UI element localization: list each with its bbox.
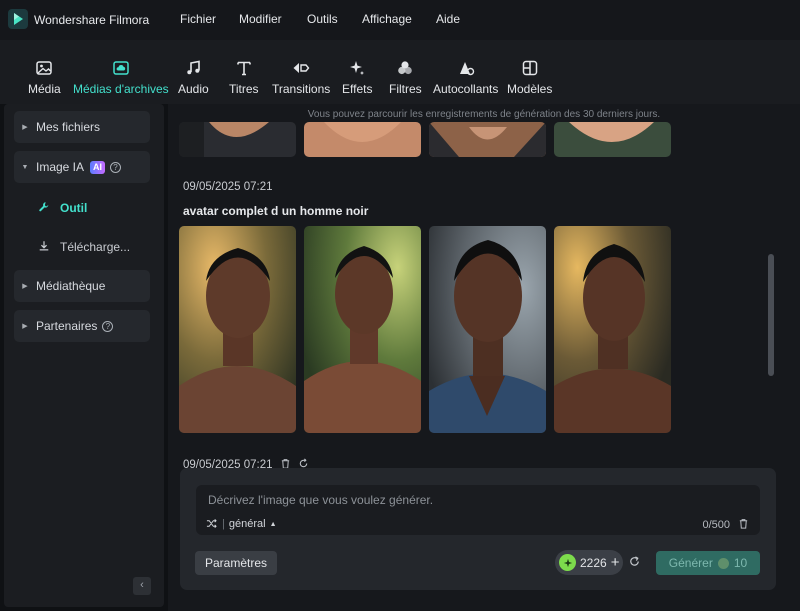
- caret-right-icon: ▶: [22, 323, 28, 330]
- sidebar-item-image-ia[interactable]: ▼ Image IA AI ?: [14, 151, 150, 183]
- settings-button[interactable]: Paramètres: [195, 551, 278, 575]
- menu-outils[interactable]: Outils: [307, 12, 338, 26]
- credit-coin-icon: [559, 554, 576, 571]
- filmora-logo-icon: [8, 9, 28, 29]
- tab-filtres[interactable]: Filtres: [389, 40, 422, 104]
- caret-up-icon: ▲: [269, 520, 277, 528]
- collapse-sidebar-button[interactable]: ‹: [133, 577, 151, 595]
- menu-fichier[interactable]: Fichier: [180, 12, 216, 26]
- caret-right-icon: ▶: [22, 124, 28, 131]
- text-icon: [234, 58, 254, 78]
- refresh-credits-icon[interactable]: [628, 555, 642, 569]
- tab-titres[interactable]: Titres: [229, 40, 259, 104]
- help-icon[interactable]: ?: [102, 320, 114, 332]
- tab-effets[interactable]: Effets: [342, 40, 372, 104]
- image-icon: [34, 58, 54, 78]
- char-counter: 0/500: [702, 519, 730, 531]
- generated-image-thumb[interactable]: [304, 122, 421, 157]
- prompt-composer: Décrivez l'image que vous voulez générer…: [180, 468, 776, 590]
- cloud-folder-icon: [111, 58, 131, 78]
- generated-image-thumb[interactable]: [554, 122, 671, 157]
- app-name: Wondershare Filmora: [34, 13, 150, 27]
- transition-arrows-icon: [291, 58, 311, 78]
- generated-image-thumb[interactable]: [179, 122, 296, 157]
- caret-right-icon: ▶: [22, 283, 28, 290]
- template-grid-icon: [520, 58, 540, 78]
- shuffle-icon: [206, 518, 218, 530]
- main-toolbar: Média Médias d'archives Audio Titres Tra…: [0, 40, 800, 104]
- main-content: Vous pouvez parcourir les enregistrement…: [168, 104, 800, 611]
- wrench-icon: [38, 201, 54, 216]
- download-icon: [38, 240, 54, 255]
- style-selector[interactable]: | général ▲: [206, 518, 277, 530]
- sidebar-item-partenaires[interactable]: ▶ Partenaires ?: [14, 310, 150, 342]
- tab-transitions[interactable]: Transitions: [272, 40, 330, 104]
- filter-circles-icon: [395, 58, 415, 78]
- generation-date: 09/05/2025 07:21: [183, 181, 273, 193]
- sticker-icon: [456, 58, 476, 78]
- help-icon[interactable]: ?: [110, 161, 122, 173]
- caret-down-icon: ▼: [21, 163, 29, 171]
- generated-image-thumb[interactable]: [554, 226, 671, 433]
- generate-button[interactable]: Générer 10: [656, 551, 760, 575]
- credits-balance[interactable]: 2226 +: [555, 550, 623, 575]
- tab-modeles[interactable]: Modèles: [507, 40, 552, 104]
- credit-coin-icon: [717, 557, 729, 569]
- add-credits-icon[interactable]: +: [611, 555, 620, 570]
- tab-autocollants[interactable]: Autocollants: [433, 40, 498, 104]
- ai-badge: AI: [90, 160, 106, 174]
- sidebar-item-mediatheque[interactable]: ▶ Médiathèque: [14, 270, 150, 302]
- sparkle-icon: [347, 58, 367, 78]
- sidebar-item-telecharge[interactable]: Télécharge...: [38, 235, 130, 259]
- music-note-icon: [183, 58, 203, 78]
- clear-prompt-trash-icon[interactable]: [738, 518, 750, 530]
- menu-affichage[interactable]: Affichage: [362, 12, 412, 26]
- menu-modifier[interactable]: Modifier: [239, 12, 282, 26]
- generated-image-thumb[interactable]: [429, 226, 546, 433]
- sidebar-item-outil[interactable]: Outil: [38, 196, 87, 220]
- sidebar: ▶ Mes fichiers ▼ Image IA AI ? Outil Tél…: [4, 104, 164, 607]
- tab-audio[interactable]: Audio: [178, 40, 209, 104]
- tab-media[interactable]: Média: [28, 40, 61, 104]
- prompt-input[interactable]: Décrivez l'image que vous voulez générer…: [196, 485, 760, 535]
- sidebar-item-mes-fichiers[interactable]: ▶ Mes fichiers: [14, 111, 150, 143]
- generated-image-thumb[interactable]: [304, 226, 421, 433]
- generated-image-thumb[interactable]: [179, 226, 296, 433]
- menu-aide[interactable]: Aide: [436, 12, 460, 26]
- generated-image-thumb[interactable]: [429, 122, 546, 157]
- generation-prompt: avatar complet d un homme noir: [183, 204, 369, 218]
- scrollbar-thumb[interactable]: [768, 254, 774, 376]
- chevron-left-icon: ‹: [140, 579, 144, 591]
- tab-medias-archives[interactable]: Médias d'archives: [73, 40, 169, 104]
- title-bar: Wondershare Filmora Fichier Modifier Out…: [0, 0, 800, 40]
- history-hint: Vous pouvez parcourir les enregistrement…: [307, 109, 661, 120]
